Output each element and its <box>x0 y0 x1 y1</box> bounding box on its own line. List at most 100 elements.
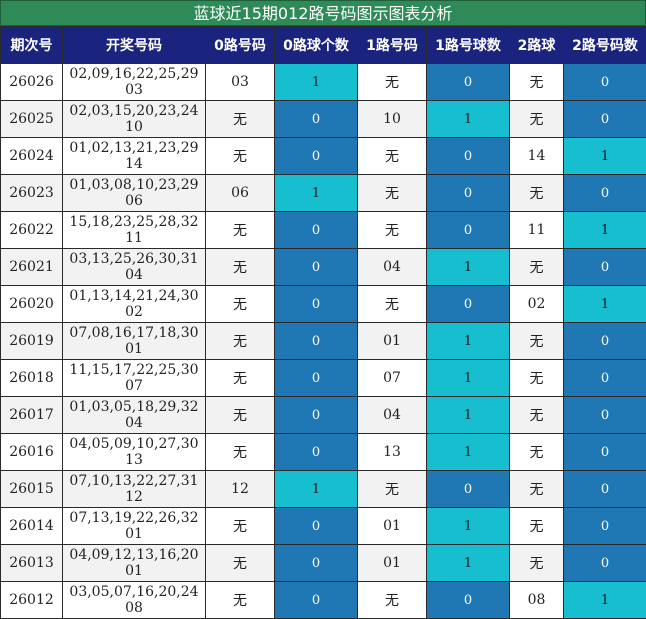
route2-number-cell: 08 <box>509 581 564 619</box>
route2-count-cell: 1 <box>563 581 646 619</box>
col-header-route0-count: 0路球个数 <box>274 26 358 64</box>
table-row: 26018 11,15,17,22,25,30 07 无 0 07 1 无 0 <box>0 359 646 397</box>
draw-numbers-cell: 01,03,05,18,29,32 04 <box>62 396 206 434</box>
table-row: 26015 07,10,13,22,27,31 12 12 1 无 0 无 0 <box>0 470 646 508</box>
route1-number-cell: 04 <box>357 396 427 434</box>
route0-count-cell: 0 <box>274 433 358 471</box>
col-header-route2-count: 2路号码数 <box>563 26 646 64</box>
draw-numbers-cell: 11,15,17,22,25,30 07 <box>62 359 206 397</box>
route2-number-cell: 无 <box>509 322 564 360</box>
route1-number-cell: 无 <box>357 137 427 175</box>
route2-count-cell: 0 <box>563 322 646 360</box>
route2-number-cell: 无 <box>509 396 564 434</box>
table-row: 26017 01,03,05,18,29,32 04 无 0 04 1 无 0 <box>0 396 646 434</box>
route1-number-cell: 无 <box>357 285 427 323</box>
draw-numbers-cell: 01,13,14,21,24,30 02 <box>62 285 206 323</box>
route2-count-cell: 1 <box>563 137 646 175</box>
issue-cell: 26017 <box>0 396 63 434</box>
route1-count-cell: 1 <box>426 507 510 545</box>
issue-cell: 26026 <box>0 63 63 101</box>
col-header-issue: 期次号 <box>0 26 63 64</box>
route0-count-cell: 0 <box>274 322 358 360</box>
route1-count-cell: 0 <box>426 581 510 619</box>
draw-numbers-cell: 15,18,23,25,28,32 11 <box>62 211 206 249</box>
route0-count-cell: 0 <box>274 396 358 434</box>
route1-count-cell: 0 <box>426 137 510 175</box>
draw-numbers-cell: 03,13,25,26,30,31 04 <box>62 248 206 286</box>
route1-count-cell: 0 <box>426 174 510 212</box>
issue-cell: 26020 <box>0 285 63 323</box>
route1-count-cell: 1 <box>426 433 510 471</box>
draw-numbers-cell: 01,03,08,10,23,29 06 <box>62 174 206 212</box>
table-row: 26023 01,03,08,10,23,29 06 06 1 无 0 无 0 <box>0 174 646 212</box>
route1-count-cell: 0 <box>426 470 510 508</box>
draw-numbers-cell: 07,10,13,22,27,31 12 <box>62 470 206 508</box>
draw-numbers-cell: 07,13,19,22,26,32 01 <box>62 507 206 545</box>
route2-number-cell: 无 <box>509 470 564 508</box>
header-row: 期次号 开奖号码 0路号码 0路球个数 1路号码 1路号球数 2路球 2路号码数 <box>0 26 646 64</box>
route1-number-cell: 无 <box>357 211 427 249</box>
route0-number-cell: 无 <box>205 211 275 249</box>
route0-count-cell: 0 <box>274 581 358 619</box>
table-row: 26021 03,13,25,26,30,31 04 无 0 04 1 无 0 <box>0 248 646 286</box>
issue-cell: 26012 <box>0 581 63 619</box>
route1-count-cell: 0 <box>426 63 510 101</box>
route1-number-cell: 无 <box>357 63 427 101</box>
route0-number-cell: 12 <box>205 470 275 508</box>
route1-number-cell: 10 <box>357 100 427 138</box>
route2-number-cell: 11 <box>509 211 564 249</box>
route0-count-cell: 0 <box>274 137 358 175</box>
table-row: 26026 02,09,16,22,25,29 03 03 1 无 0 无 0 <box>0 63 646 101</box>
issue-cell: 26013 <box>0 544 63 582</box>
draw-numbers-cell: 02,03,15,20,23,24 10 <box>62 100 206 138</box>
route0-number-cell: 无 <box>205 433 275 471</box>
route2-number-cell: 无 <box>509 507 564 545</box>
route1-count-cell: 1 <box>426 544 510 582</box>
route0-number-cell: 无 <box>205 396 275 434</box>
route1-number-cell: 04 <box>357 248 427 286</box>
table-row: 26024 01,02,13,21,23,29 14 无 0 无 0 14 1 <box>0 137 646 175</box>
route2-number-cell: 无 <box>509 359 564 397</box>
route2-count-cell: 0 <box>563 174 646 212</box>
col-header-route0-number: 0路号码 <box>205 26 275 64</box>
route2-count-cell: 0 <box>563 470 646 508</box>
route1-number-cell: 07 <box>357 359 427 397</box>
route0-count-cell: 0 <box>274 544 358 582</box>
table-row: 26025 02,03,15,20,23,24 10 无 0 10 1 无 0 <box>0 100 646 138</box>
route0-number-cell: 无 <box>205 507 275 545</box>
route1-count-cell: 1 <box>426 100 510 138</box>
table-row: 26019 07,08,16,17,18,30 01 无 0 01 1 无 0 <box>0 322 646 360</box>
route0-count-cell: 1 <box>274 174 358 212</box>
route1-number-cell: 01 <box>357 544 427 582</box>
route0-number-cell: 无 <box>205 285 275 323</box>
route2-count-cell: 1 <box>563 211 646 249</box>
issue-cell: 26023 <box>0 174 63 212</box>
issue-cell: 26021 <box>0 248 63 286</box>
table-body: 26026 02,09,16,22,25,29 03 03 1 无 0 无 0 26025 02,… <box>0 63 646 619</box>
route1-number-cell: 01 <box>357 322 427 360</box>
route0-number-cell: 无 <box>205 100 275 138</box>
route2-number-cell: 无 <box>509 174 564 212</box>
table-row: 26014 07,13,19,22,26,32 01 无 0 01 1 无 0 <box>0 507 646 545</box>
table-row: 26013 04,09,12,13,16,20 01 无 0 01 1 无 0 <box>0 544 646 582</box>
route2-number-cell: 14 <box>509 137 564 175</box>
route0-count-cell: 0 <box>274 248 358 286</box>
route2-number-cell: 无 <box>509 100 564 138</box>
route2-count-cell: 0 <box>563 63 646 101</box>
chart-container: 蓝球近15期012路号码图示图表分析 期次号 开奖号码 0路号码 0路球个数 1… <box>0 0 646 619</box>
route2-count-cell: 0 <box>563 359 646 397</box>
issue-cell: 26018 <box>0 359 63 397</box>
route1-count-cell: 1 <box>426 322 510 360</box>
draw-numbers-cell: 02,09,16,22,25,29 03 <box>62 63 206 101</box>
route1-number-cell: 01 <box>357 507 427 545</box>
route1-number-cell: 无 <box>357 470 427 508</box>
route0-number-cell: 06 <box>205 174 275 212</box>
col-header-route1-count: 1路号球数 <box>426 26 510 64</box>
route0-count-cell: 1 <box>274 63 358 101</box>
issue-cell: 26019 <box>0 322 63 360</box>
route2-number-cell: 02 <box>509 285 564 323</box>
route0-number-cell: 无 <box>205 581 275 619</box>
route2-count-cell: 0 <box>563 248 646 286</box>
route1-number-cell: 无 <box>357 581 427 619</box>
route2-count-cell: 0 <box>563 507 646 545</box>
